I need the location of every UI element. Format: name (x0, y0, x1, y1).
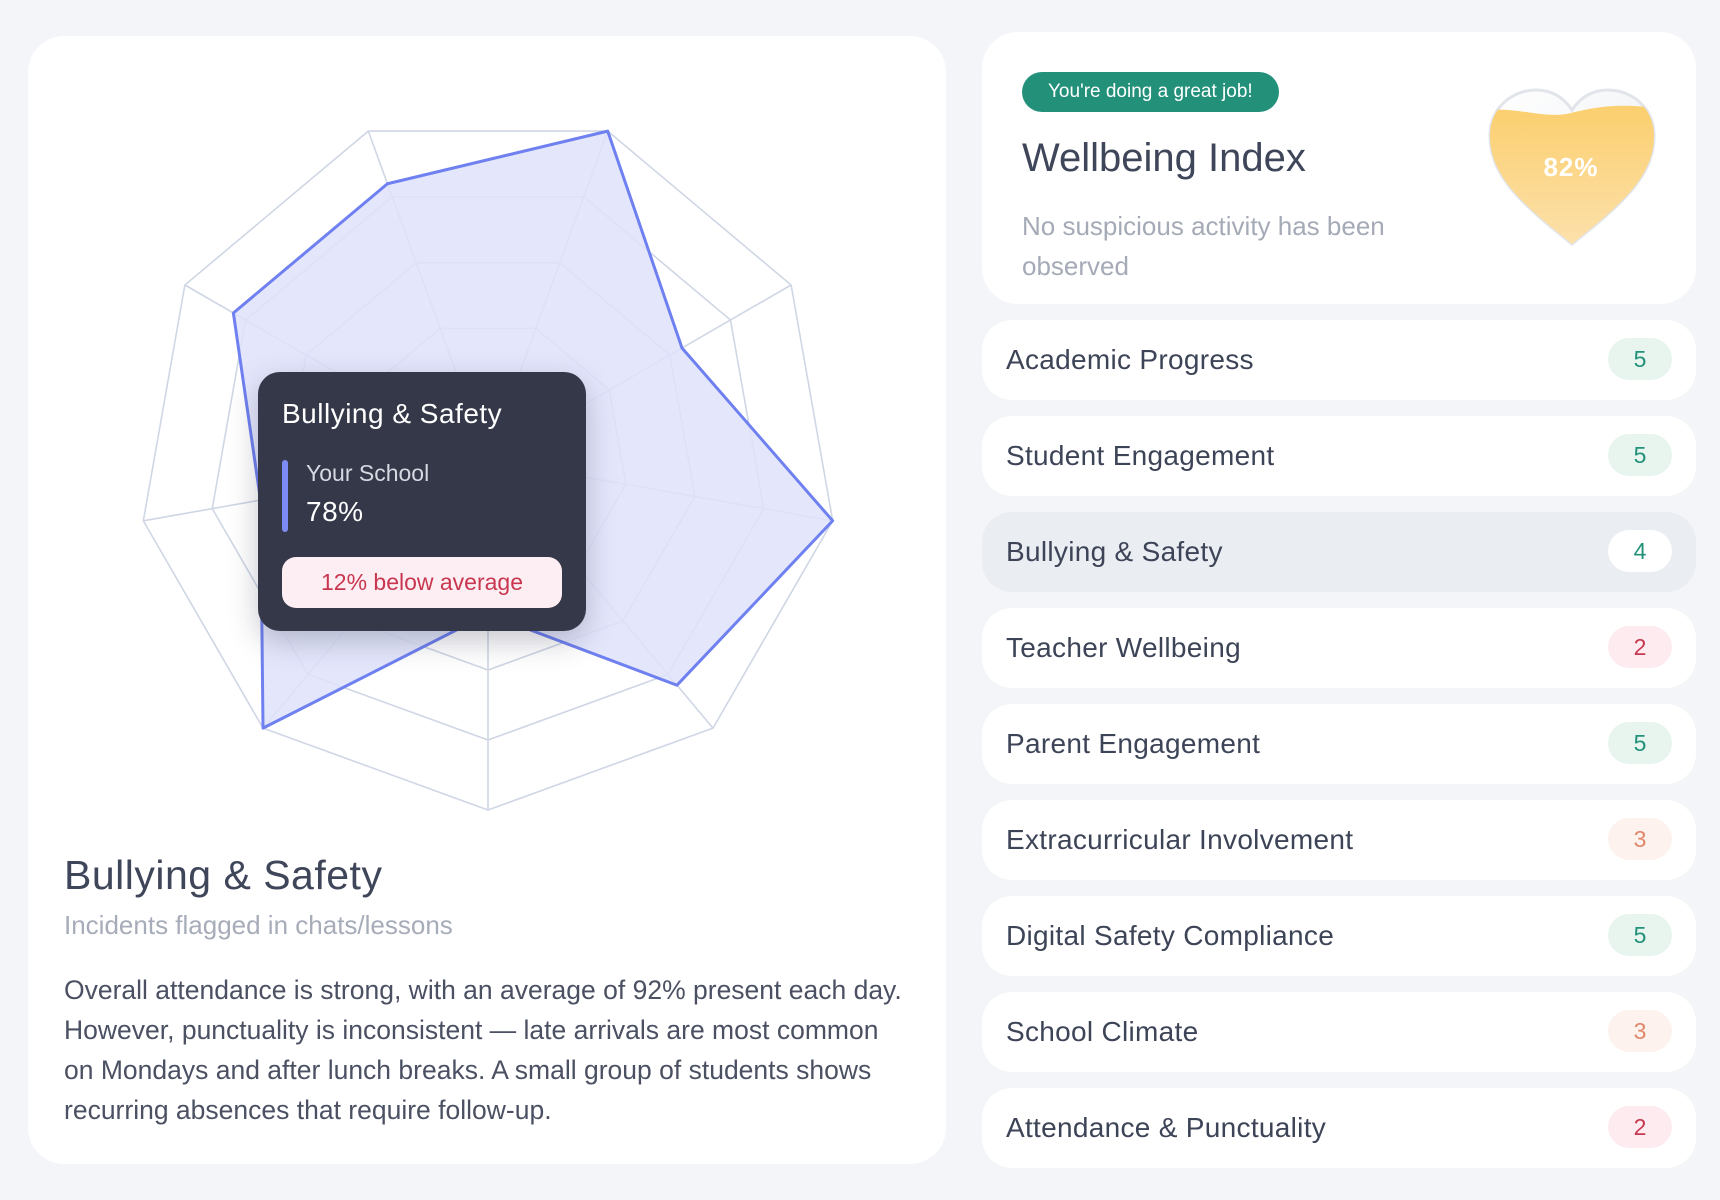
wellbeing-card: You're doing a great job! Wellbeing Inde… (982, 32, 1696, 304)
dashboard-frame: Bullying & Safety Your School 78% 12% be… (0, 0, 1720, 1200)
tooltip-value: 78% (306, 496, 364, 527)
metric-row[interactable]: School Climate 3 (982, 992, 1696, 1072)
chart-tooltip: Bullying & Safety Your School 78% 12% be… (258, 372, 586, 631)
metric-row[interactable]: Parent Engagement 5 (982, 704, 1696, 784)
metric-score-badge: 4 (1608, 530, 1672, 572)
metric-label: Parent Engagement (1006, 728, 1261, 759)
radar-card: Bullying & Safety Your School 78% 12% be… (28, 36, 946, 1164)
metric-row[interactable]: Extracurricular Involvement 3 (982, 800, 1696, 880)
wellbeing-score: 82% (1543, 152, 1599, 182)
metric-label: Attendance & Punctuality (1006, 1112, 1327, 1143)
detail-description: Overall attendance is strong, with an av… (64, 975, 902, 1125)
metric-label: Extracurricular Involvement (1006, 824, 1354, 855)
wellbeing-title: Wellbeing Index (1022, 136, 1306, 180)
tooltip-series-label: Your School (306, 460, 430, 486)
radar-chart: Bullying & Safety Your School 78% 12% be… (28, 36, 946, 836)
wellbeing-description: No suspicious activity has been observed (1022, 211, 1385, 281)
metric-label: School Climate (1006, 1016, 1199, 1047)
tooltip-comparison-badge: 12% below average (282, 557, 562, 608)
metric-label: Bullying & Safety (1006, 536, 1223, 567)
tooltip-series-marker (282, 460, 288, 532)
metric-row[interactable]: Digital Safety Compliance 5 (982, 896, 1696, 976)
detail-subtitle: Incidents flagged in chats/lessons (64, 910, 453, 940)
metric-row[interactable]: Academic Progress 5 (982, 320, 1696, 400)
metric-score-badge: 2 (1608, 626, 1672, 668)
metric-score-badge: 5 (1608, 722, 1672, 764)
metric-row[interactable]: Attendance & Punctuality 2 (982, 1088, 1696, 1168)
metric-label: Digital Safety Compliance (1006, 920, 1335, 951)
metric-score-badge: 5 (1608, 434, 1672, 476)
metric-score-badge: 3 (1608, 1010, 1672, 1052)
metric-label: Academic Progress (1006, 344, 1254, 375)
metric-label: Teacher Wellbeing (1006, 632, 1241, 663)
metric-score-badge: 3 (1608, 818, 1672, 860)
metric-score-badge: 5 (1608, 914, 1672, 956)
status-badge: You're doing a great job! (1022, 72, 1279, 112)
metric-label: Student Engagement (1006, 440, 1275, 471)
metric-score-badge: 5 (1608, 338, 1672, 380)
metric-row[interactable]: Bullying & Safety 4 (982, 512, 1696, 592)
metric-row[interactable]: Student Engagement 5 (982, 416, 1696, 496)
metric-row[interactable]: Teacher Wellbeing 2 (982, 608, 1696, 688)
detail-title: Bullying & Safety (64, 852, 383, 898)
metric-score-badge: 2 (1608, 1106, 1672, 1148)
tooltip-title: Bullying & Safety (282, 398, 503, 429)
